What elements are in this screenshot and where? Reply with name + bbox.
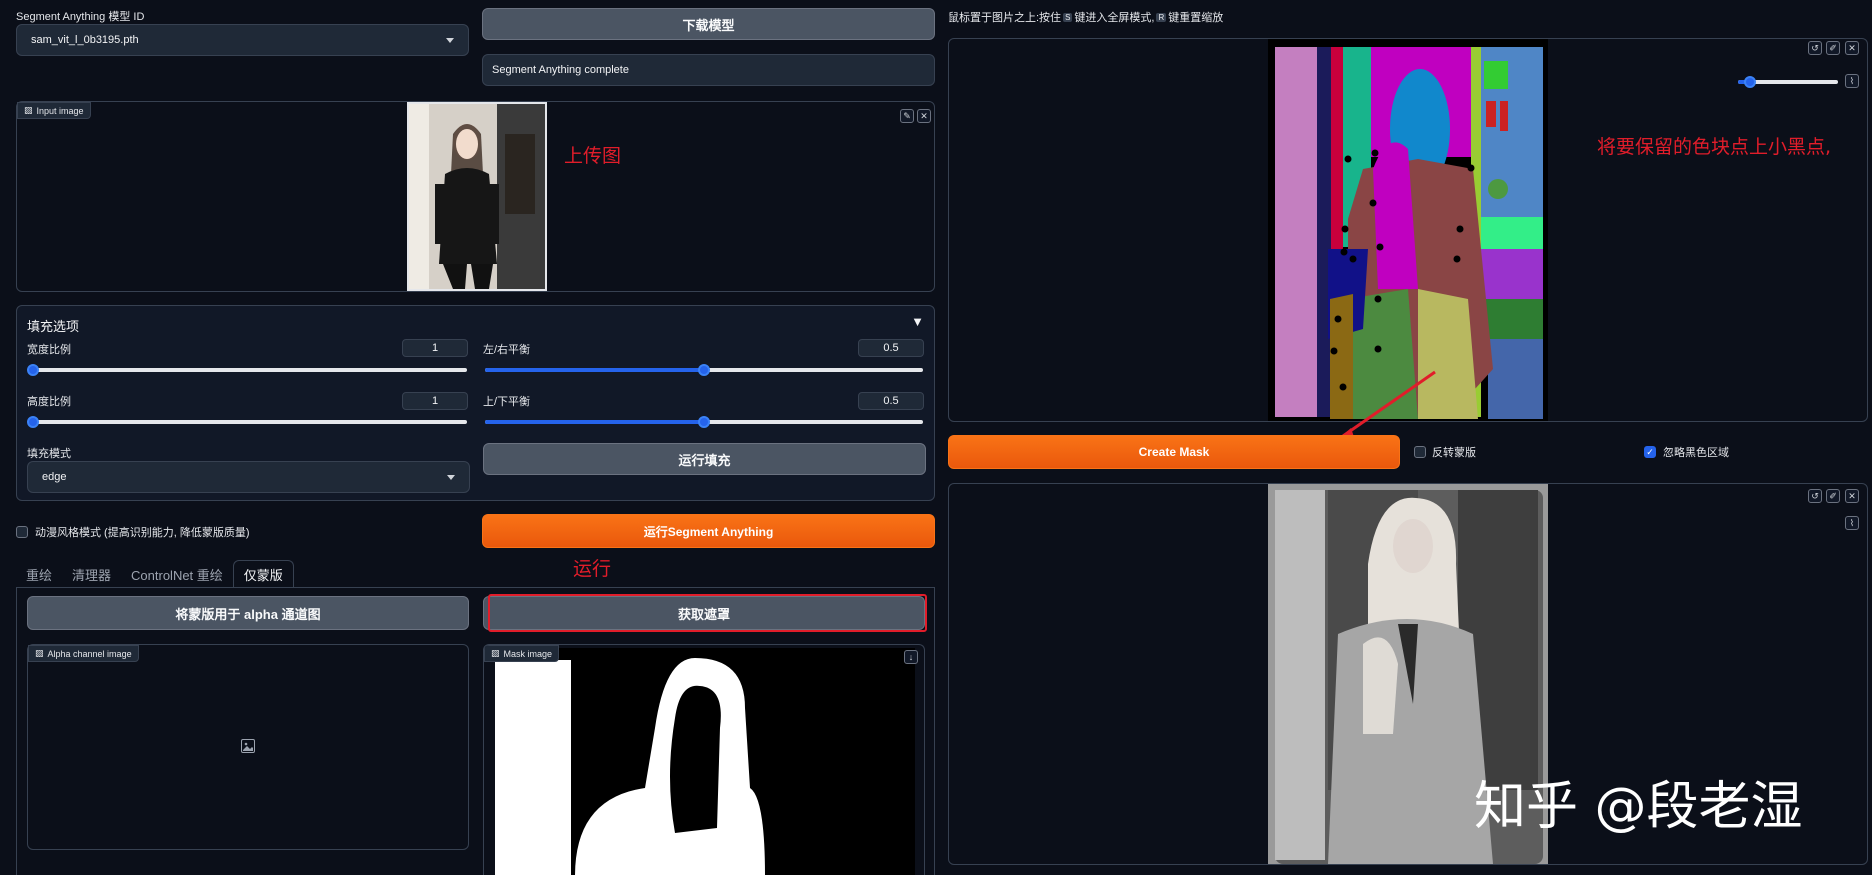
image-icon: ▨ bbox=[24, 105, 33, 115]
width-ratio-slider-thumb[interactable] bbox=[27, 364, 39, 376]
tab-bar: 重绘 清理器 ControlNet 重绘 仅蒙版 bbox=[16, 560, 294, 588]
model-select[interactable]: sam_vit_l_0b3195.pth bbox=[16, 24, 469, 56]
tb-balance-slider-fill bbox=[485, 420, 704, 424]
lr-balance-slider-thumb[interactable] bbox=[698, 364, 710, 376]
fill-mode-label: 填充模式 bbox=[27, 448, 71, 460]
anime-mode-label: 动漫风格模式 (提高识别能力, 降低蒙版质量) bbox=[35, 527, 250, 539]
tb-balance-slider[interactable] bbox=[485, 416, 923, 428]
fill-options-title: 填充选项 bbox=[27, 319, 80, 334]
segmentation-image[interactable] bbox=[1268, 39, 1548, 421]
width-ratio-slider[interactable] bbox=[27, 364, 467, 376]
tb-balance-slider-thumb[interactable] bbox=[698, 416, 710, 428]
annotation-run: 运行 bbox=[573, 558, 612, 580]
alpha-channel-button[interactable]: 将蒙版用于 alpha 通道图 bbox=[27, 596, 469, 630]
height-ratio-number[interactable]: 1 bbox=[402, 392, 468, 410]
height-ratio-slider[interactable] bbox=[27, 416, 467, 428]
ignore-black-label: 忽略黑色区域 bbox=[1663, 447, 1729, 459]
ignore-black-checkbox[interactable]: ✓ bbox=[1644, 446, 1656, 458]
undo-icon[interactable]: ↺ bbox=[1808, 41, 1822, 55]
undo-icon[interactable]: ↺ bbox=[1808, 489, 1822, 503]
mask-image bbox=[495, 648, 915, 875]
alpha-image-tag: ▨ Alpha channel image bbox=[28, 645, 139, 662]
tb-balance-label: 上/下平衡 bbox=[483, 396, 531, 408]
status-textbox[interactable]: Segment Anything complete bbox=[482, 54, 935, 86]
input-image-thumbnail bbox=[407, 102, 547, 291]
input-image-panel[interactable]: ▨ Input image ✎ ✕ bbox=[16, 101, 935, 292]
color-picker-icon[interactable]: ⌇ bbox=[1845, 74, 1859, 88]
brush-size-slider-thumb[interactable] bbox=[1744, 76, 1756, 88]
image-icon: ▨ bbox=[491, 648, 500, 658]
placeholder-image-icon bbox=[241, 739, 255, 753]
hint-key-r: R bbox=[1156, 12, 1167, 22]
lr-balance-label: 左/右平衡 bbox=[483, 344, 531, 356]
run-segment-anything-button[interactable]: 运行Segment Anything bbox=[482, 514, 935, 548]
close-icon[interactable]: ✕ bbox=[1845, 41, 1859, 55]
download-model-button[interactable]: 下载模型 bbox=[482, 8, 935, 40]
tab-mask-only[interactable]: 仅蒙版 bbox=[232, 560, 294, 588]
invert-mask-checkbox[interactable] bbox=[1414, 446, 1426, 458]
lr-balance-slider[interactable] bbox=[485, 364, 923, 376]
segmentation-canvas-panel[interactable]: ↺ ✐ ✕ ⌇ 将要保留的色块点上小黑点, bbox=[948, 38, 1868, 422]
create-mask-button[interactable]: Create Mask bbox=[948, 435, 1400, 469]
mask-image-label: Mask image bbox=[503, 648, 553, 659]
mask-image-tag: ▨ Mask image bbox=[484, 645, 560, 662]
image-icon: ▨ bbox=[35, 648, 44, 658]
mask-image-panel[interactable]: ▨ Mask image ↓ bbox=[483, 644, 925, 875]
brush-size-slider[interactable] bbox=[1738, 76, 1838, 88]
hint-text-part3: 键重置缩放 bbox=[1168, 12, 1224, 24]
run-fill-button[interactable]: 运行填充 bbox=[483, 443, 926, 475]
alpha-image-panel[interactable]: ▨ Alpha channel image bbox=[27, 644, 469, 850]
model-id-label: Segment Anything 模型 ID bbox=[16, 11, 145, 23]
hint-text-part2: 键进入全屏模式, bbox=[1074, 12, 1155, 24]
height-ratio-label: 高度比例 bbox=[27, 396, 71, 408]
close-icon[interactable]: ✕ bbox=[917, 109, 931, 123]
invert-mask-label: 反转蒙版 bbox=[1432, 447, 1476, 459]
tab-inpaint[interactable]: 重绘 bbox=[16, 560, 62, 588]
get-mask-highlight bbox=[488, 594, 927, 632]
height-ratio-slider-thumb[interactable] bbox=[27, 416, 39, 428]
close-icon[interactable]: ✕ bbox=[1845, 489, 1859, 503]
hint-key-s: S bbox=[1063, 12, 1073, 22]
width-ratio-label: 宽度比例 bbox=[27, 344, 71, 356]
fill-mode-value: edge bbox=[42, 471, 67, 483]
model-select-value: sam_vit_l_0b3195.pth bbox=[31, 34, 139, 46]
tb-balance-number[interactable]: 0.5 bbox=[858, 392, 924, 410]
watermark: 知乎 @段老湿 bbox=[1474, 777, 1803, 837]
input-image-tag: ▨ Input image bbox=[17, 102, 91, 119]
chevron-down-icon bbox=[447, 474, 455, 480]
hint-text: 鼠标置于图片之上:按住 S 键进入全屏模式, R 键重置缩放 bbox=[948, 9, 1223, 25]
color-picker-icon[interactable]: ⌇ bbox=[1845, 516, 1859, 530]
anime-mode-checkbox[interactable] bbox=[16, 526, 28, 538]
brush-icon[interactable]: ✐ bbox=[1826, 41, 1840, 55]
chevron-down-icon bbox=[446, 37, 454, 43]
alpha-image-label: Alpha channel image bbox=[47, 648, 132, 659]
width-ratio-number[interactable]: 1 bbox=[402, 339, 468, 357]
collapse-triangle-icon[interactable]: ▼ bbox=[911, 314, 924, 329]
download-icon[interactable]: ↓ bbox=[904, 650, 918, 664]
tab-controlnet-inpaint[interactable]: ControlNet 重绘 bbox=[121, 560, 233, 588]
lr-balance-number[interactable]: 0.5 bbox=[858, 339, 924, 357]
brush-icon[interactable]: ✐ bbox=[1826, 489, 1840, 503]
hint-text-part1: 鼠标置于图片之上:按住 bbox=[948, 12, 1062, 24]
fill-mode-select[interactable]: edge bbox=[27, 461, 470, 493]
edit-icon[interactable]: ✎ bbox=[900, 109, 914, 123]
input-image-label: Input image bbox=[36, 105, 84, 116]
tab-cleaner[interactable]: 清理器 bbox=[62, 560, 121, 588]
fill-options-panel: 填充选项 ▼ 宽度比例 1 左/右平衡 0.5 高度比例 1 上/下平衡 0.5… bbox=[16, 305, 935, 501]
annotation-dots: 将要保留的色块点上小黑点, bbox=[1597, 136, 1832, 158]
lr-balance-slider-fill bbox=[485, 368, 704, 372]
annotation-upload: 上传图 bbox=[564, 145, 622, 167]
